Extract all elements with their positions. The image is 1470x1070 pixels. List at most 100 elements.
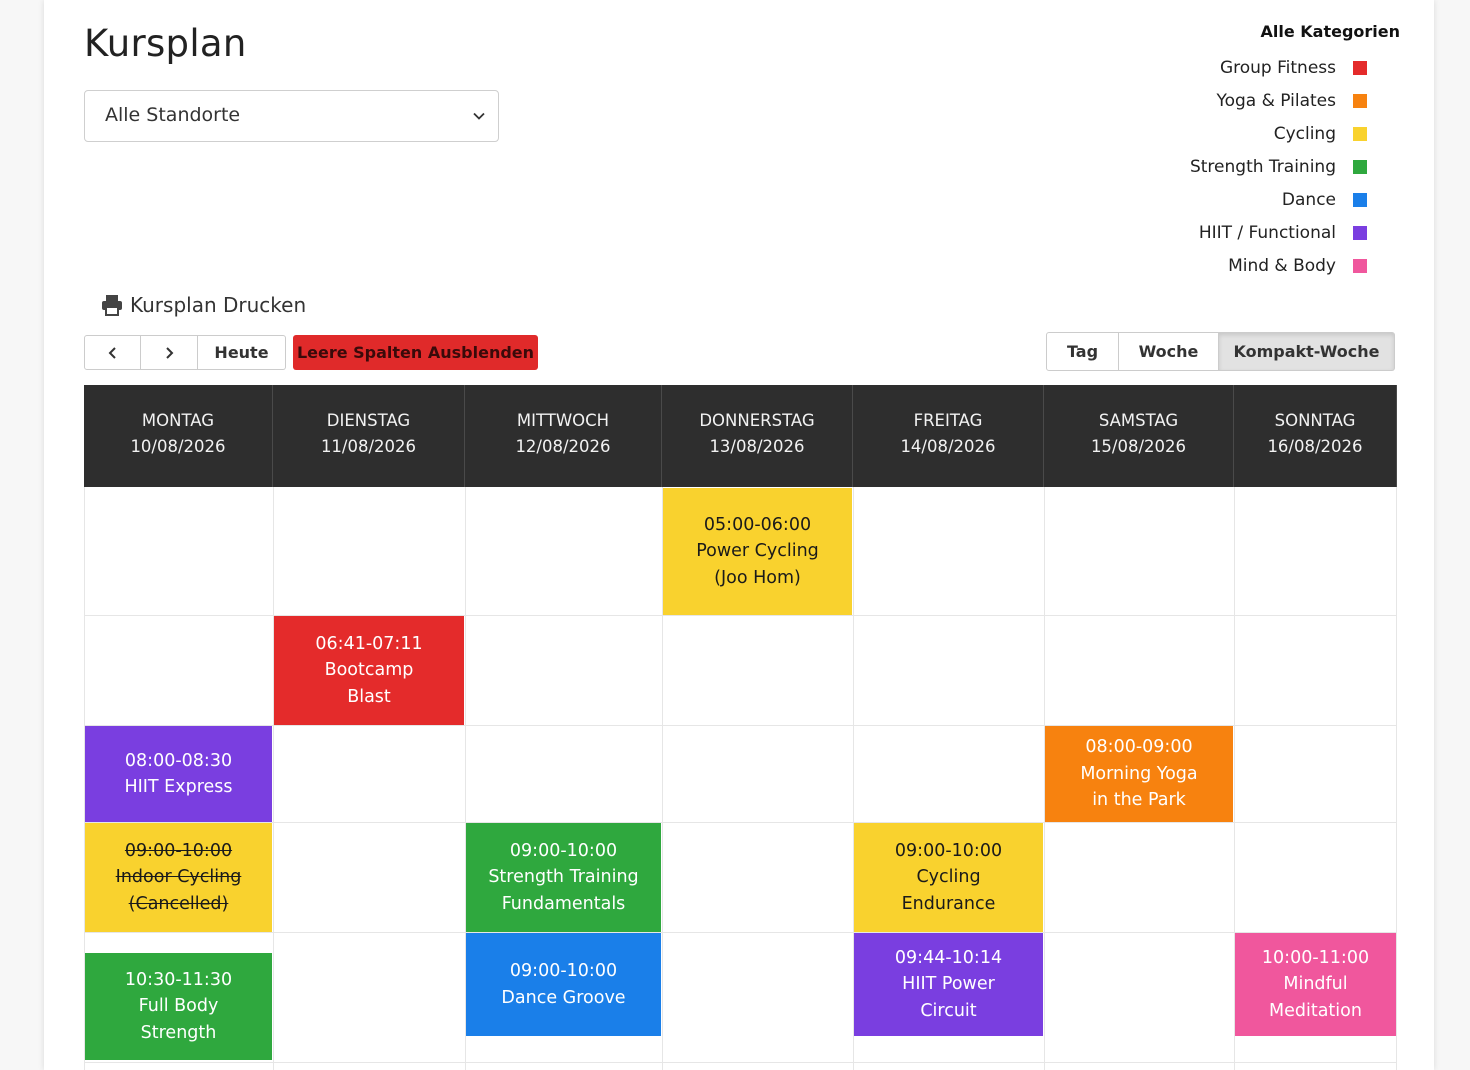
legend-color-swatch	[1353, 225, 1367, 240]
row-divider	[84, 1062, 1397, 1063]
next-week-button[interactable]	[141, 335, 198, 370]
print-label: Kursplan Drucken	[130, 293, 307, 317]
event-extra: Strength	[140, 1022, 217, 1043]
class-event[interactable]: 09:00-10:00 Cycling Endurance	[854, 823, 1043, 932]
legend-color-swatch	[1353, 126, 1367, 141]
class-event[interactable]: 10:30-11:30 Full Body Strength	[85, 953, 272, 1060]
class-event[interactable]: 08:00-09:00 Morning Yoga in the Park	[1045, 726, 1233, 822]
legend-color-swatch	[1353, 159, 1367, 174]
event-time: 10:00-11:00	[1261, 947, 1370, 968]
page-title: Kursplan	[84, 22, 247, 65]
class-event[interactable]: 08:00-08:30 HIIT Express	[85, 726, 272, 822]
legend-color-swatch	[1353, 192, 1367, 207]
day-header: MONTAG 10/08/2026	[84, 385, 273, 487]
legend-item-label: Dance	[1281, 189, 1336, 210]
legend-color-swatch	[1353, 93, 1367, 108]
column-divider	[273, 487, 274, 1070]
today-button[interactable]: Heute	[198, 335, 286, 370]
previous-week-button[interactable]	[84, 335, 141, 370]
view-week-button[interactable]: Woche	[1119, 332, 1219, 371]
event-time: 08:00-08:30	[124, 750, 233, 771]
event-time: 09:00-10:00	[124, 840, 233, 861]
legend-item-label: Group Fitness	[1219, 57, 1336, 78]
event-title: Indoor Cycling	[115, 867, 242, 888]
event-extra: (Joo Hom)	[714, 567, 801, 588]
day-header: FREITAG 14/08/2026	[853, 385, 1044, 487]
legend-item[interactable]: Cycling	[1060, 117, 1400, 150]
event-time: 09:00-10:00	[509, 840, 618, 861]
row-divider	[84, 822, 1397, 823]
legend-item[interactable]: Dance	[1060, 183, 1400, 216]
event-time: 10:30-11:30	[124, 969, 233, 990]
view-day-button[interactable]: Tag	[1046, 332, 1119, 371]
row-divider	[84, 932, 1397, 933]
day-date: 11/08/2026	[320, 437, 417, 456]
class-event[interactable]: 06:41-07:11 Bootcamp Blast	[274, 616, 464, 725]
legend-item[interactable]: HIIT / Functional	[1060, 216, 1400, 249]
event-title: Cycling	[916, 867, 981, 888]
chevron-left-icon	[108, 346, 116, 359]
day-date: 16/08/2026	[1267, 437, 1363, 456]
day-date: 13/08/2026	[709, 437, 805, 456]
class-event[interactable]: 09:00-10:00 Indoor Cycling (Cancelled)	[85, 823, 272, 932]
day-date: 14/08/2026	[900, 437, 996, 456]
class-event[interactable]: 09:00-10:00 Strength Training Fundamentals	[466, 823, 661, 932]
view-compact-week-button[interactable]: Kompakt-Woche	[1219, 332, 1395, 371]
event-time: 06:41-07:11	[315, 633, 423, 654]
event-time: 09:00-10:00	[894, 840, 1003, 861]
event-time: 09:00-10:00	[509, 961, 618, 981]
chevron-down-icon	[473, 112, 485, 120]
legend-item-label: Yoga & Pilates	[1216, 90, 1336, 111]
class-event[interactable]: 09:00-10:00 Dance Groove	[466, 933, 661, 1036]
day-header: DIENSTAG 11/08/2026	[273, 385, 465, 487]
day-name: DONNERSTAG	[699, 411, 815, 430]
day-name: SONNTAG	[1274, 411, 1356, 430]
day-name: MONTAG	[141, 411, 215, 430]
event-extra: Circuit	[920, 1000, 977, 1021]
event-time: 05:00-06:00	[703, 514, 812, 535]
day-date: 15/08/2026	[1090, 437, 1187, 456]
event-title: Full Body	[138, 996, 219, 1017]
printer-icon	[102, 295, 122, 316]
day-name: FREITAG	[913, 411, 983, 430]
legend-item-label: HIIT / Functional	[1198, 222, 1336, 243]
legend-item[interactable]: Strength Training	[1060, 150, 1400, 183]
legend-item[interactable]: Mind & Body	[1060, 249, 1400, 282]
event-extra: Meditation	[1269, 1000, 1362, 1021]
event-title: Strength Training	[488, 867, 639, 888]
category-legend: Alle Kategorien Group Fitness Yoga & Pila…	[1060, 22, 1400, 282]
event-title: HIIT Express	[124, 777, 233, 797]
legend-item-label: Cycling	[1273, 123, 1336, 144]
legend-color-swatch	[1353, 258, 1367, 273]
day-name: MITTWOCH	[516, 411, 610, 430]
column-divider	[1396, 487, 1397, 1070]
class-event[interactable]: 10:00-11:00 Mindful Meditation	[1235, 933, 1396, 1036]
location-select[interactable]: Alle Standorte	[84, 90, 499, 142]
print-schedule-link[interactable]: Kursplan Drucken	[100, 293, 306, 317]
event-title: HIIT Power	[902, 974, 995, 995]
day-date: 12/08/2026	[515, 437, 611, 456]
day-header: SONNTAG 16/08/2026	[1234, 385, 1397, 487]
event-extra: (Cancelled)	[128, 893, 229, 914]
event-title: Dance Groove	[501, 987, 626, 1008]
hide-empty-columns-button[interactable]: Leere Spalten Ausblenden	[293, 335, 538, 370]
class-event[interactable]: 05:00-06:00 Power Cycling (Joo Hom)	[663, 488, 852, 615]
legend-item-label: Strength Training	[1189, 156, 1336, 177]
legend-item[interactable]: Yoga & Pilates	[1060, 84, 1400, 117]
legend-title[interactable]: Alle Kategorien	[1060, 22, 1400, 41]
location-select-value: Alle Standorte	[105, 104, 241, 126]
legend-item-label: Mind & Body	[1228, 255, 1336, 276]
event-title: Power Cycling	[696, 541, 819, 562]
day-header: MITTWOCH 12/08/2026	[465, 385, 662, 487]
view-switcher: Tag Woche Kompakt-Woche	[1046, 332, 1395, 371]
event-time: 09:44-10:14	[894, 947, 1003, 968]
chevron-right-icon	[166, 346, 174, 359]
date-navigation: Heute	[84, 335, 286, 370]
event-title: Bootcamp	[324, 660, 414, 681]
event-title: Mindful	[1283, 974, 1348, 995]
event-extra: Blast	[347, 686, 391, 707]
day-header: SAMSTAG 15/08/2026	[1044, 385, 1234, 487]
legend-item[interactable]: Group Fitness	[1060, 51, 1400, 84]
class-event[interactable]: 09:44-10:14 HIIT Power Circuit	[854, 933, 1043, 1036]
schedule-grid: MONTAG 10/08/2026 DIENSTAG 11/08/2026 MITTWO…	[84, 385, 1397, 1070]
